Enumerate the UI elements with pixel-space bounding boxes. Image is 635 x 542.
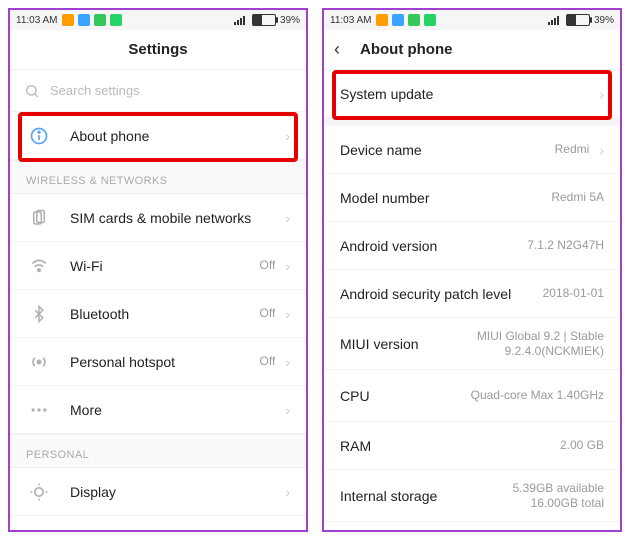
display-icon: [26, 479, 52, 505]
search-placeholder: Search settings: [50, 83, 140, 98]
row-about-phone[interactable]: About phone ›: [10, 112, 306, 160]
row-hotspot[interactable]: Personal hotspot Off ›: [10, 338, 306, 386]
row-value: 2.00 GB: [560, 438, 604, 453]
status-bar: 11:03 AM 39%: [10, 10, 306, 30]
row-value: Redmi: [555, 142, 590, 157]
row-label: Internal storage: [340, 488, 464, 504]
row-label: Display: [70, 484, 275, 500]
chevron-right-icon: ›: [285, 306, 290, 322]
whatsapp-icon: [110, 14, 122, 26]
battery-pct: 39%: [280, 15, 300, 26]
row-value: Quad-core Max 1.40GHz: [471, 388, 604, 403]
row-label: MIUI version: [340, 336, 464, 352]
status-bar: 11:03 AM 39%: [324, 10, 620, 30]
row-model[interactable]: Model number Redmi 5A: [324, 174, 620, 222]
status-app-icon: [408, 14, 420, 26]
row-system-update[interactable]: System update ›: [324, 70, 620, 118]
row-label: Model number: [340, 190, 551, 206]
title-bar: Settings: [10, 30, 306, 70]
row-wallpaper[interactable]: Wallpaper ›: [10, 516, 306, 530]
row-label: Bluetooth: [70, 306, 260, 322]
row-label: Wi-Fi: [70, 258, 260, 274]
row-storage[interactable]: Internal storage 5.39GB available 16.00G…: [324, 470, 620, 522]
row-value: 2018-01-01: [543, 286, 604, 301]
row-label: System update: [340, 86, 589, 102]
row-label: RAM: [340, 438, 560, 454]
row-android-version[interactable]: Android version 7.1.2 N2G47H: [324, 222, 620, 270]
status-app-icon: [376, 14, 388, 26]
row-wifi[interactable]: Wi-Fi Off ›: [10, 242, 306, 290]
row-value: Off: [260, 258, 276, 273]
row-sim-cards[interactable]: SIM cards & mobile networks ›: [10, 194, 306, 242]
section-header-personal: PERSONAL: [10, 434, 306, 468]
row-value: Off: [260, 306, 276, 321]
whatsapp-icon: [424, 14, 436, 26]
chevron-right-icon: ›: [285, 484, 290, 500]
status-app-icon: [78, 14, 90, 26]
divider: [324, 118, 620, 126]
status-app-icon: [94, 14, 106, 26]
battery-icon: [252, 14, 276, 26]
row-bluetooth[interactable]: Bluetooth Off ›: [10, 290, 306, 338]
settings-list: About phone › WIRELESS & NETWORKS SIM ca…: [10, 112, 306, 530]
row-miui-version[interactable]: MIUI version MIUI Global 9.2 | Stable 9.…: [324, 318, 620, 370]
row-value: Redmi 5A: [551, 190, 604, 205]
status-time: 11:03 AM: [330, 15, 372, 26]
info-icon: [26, 123, 52, 149]
chevron-right-icon: ›: [285, 258, 290, 274]
status-time: 11:03 AM: [16, 15, 58, 26]
page-title: Settings: [128, 41, 187, 58]
row-device-name[interactable]: Device name Redmi ›: [324, 126, 620, 174]
battery-icon: [566, 14, 590, 26]
back-button[interactable]: ‹: [334, 39, 340, 60]
bluetooth-icon: [26, 301, 52, 327]
row-value: 5.39GB available 16.00GB total: [464, 481, 604, 511]
wallpaper-icon: [26, 527, 52, 530]
row-label: Android security patch level: [340, 286, 543, 302]
chevron-right-icon: ›: [285, 128, 290, 144]
row-label: Android version: [340, 238, 527, 254]
row-value: Off: [260, 354, 276, 369]
more-icon: [26, 397, 52, 423]
wifi-icon: [26, 253, 52, 279]
search-bar[interactable]: Search settings: [10, 70, 306, 112]
row-label: CPU: [340, 388, 471, 404]
about-list: System update › Device name Redmi › Mode…: [324, 70, 620, 530]
row-patch-level[interactable]: Android security patch level 2018-01-01: [324, 270, 620, 318]
signal-icon: [234, 15, 248, 25]
signal-icon: [548, 15, 562, 25]
row-value: 7.1.2 N2G47H: [527, 238, 604, 253]
section-header-wireless: WIRELESS & NETWORKS: [10, 160, 306, 194]
row-value: MIUI Global 9.2 | Stable 9.2.4.0(NCKMIEK…: [464, 329, 604, 359]
row-label: About phone: [70, 128, 275, 144]
row-label: SIM cards & mobile networks: [70, 210, 275, 226]
row-label: Device name: [340, 142, 555, 158]
row-baseband[interactable]: Baseband version MPSS.JO.3.0-00369-8937_…: [324, 522, 620, 530]
about-phone-screen: 11:03 AM 39% ‹ About phone System update…: [322, 8, 622, 532]
status-app-icon: [62, 14, 74, 26]
battery-pct: 39%: [594, 15, 614, 26]
row-display[interactable]: Display ›: [10, 468, 306, 516]
row-label: Personal hotspot: [70, 354, 260, 370]
chevron-right-icon: ›: [285, 402, 290, 418]
search-icon: [24, 83, 40, 99]
page-title: About phone: [360, 41, 452, 58]
row-value: MPSS.JO.3.0-00369-8937_GENNS_PACK-2_V045: [464, 529, 604, 530]
row-label: More: [70, 402, 275, 418]
chevron-right-icon: ›: [599, 142, 604, 158]
hotspot-icon: [26, 349, 52, 375]
status-app-icon: [392, 14, 404, 26]
row-ram[interactable]: RAM 2.00 GB: [324, 422, 620, 470]
row-more[interactable]: More ›: [10, 386, 306, 434]
chevron-right-icon: ›: [285, 210, 290, 226]
row-cpu[interactable]: CPU Quad-core Max 1.40GHz: [324, 370, 620, 422]
settings-screen: 11:03 AM 39% Settings Search settings Ab…: [8, 8, 308, 532]
title-bar: ‹ About phone: [324, 30, 620, 70]
sim-icon: [26, 205, 52, 231]
chevron-right-icon: ›: [285, 354, 290, 370]
chevron-right-icon: ›: [599, 86, 604, 102]
